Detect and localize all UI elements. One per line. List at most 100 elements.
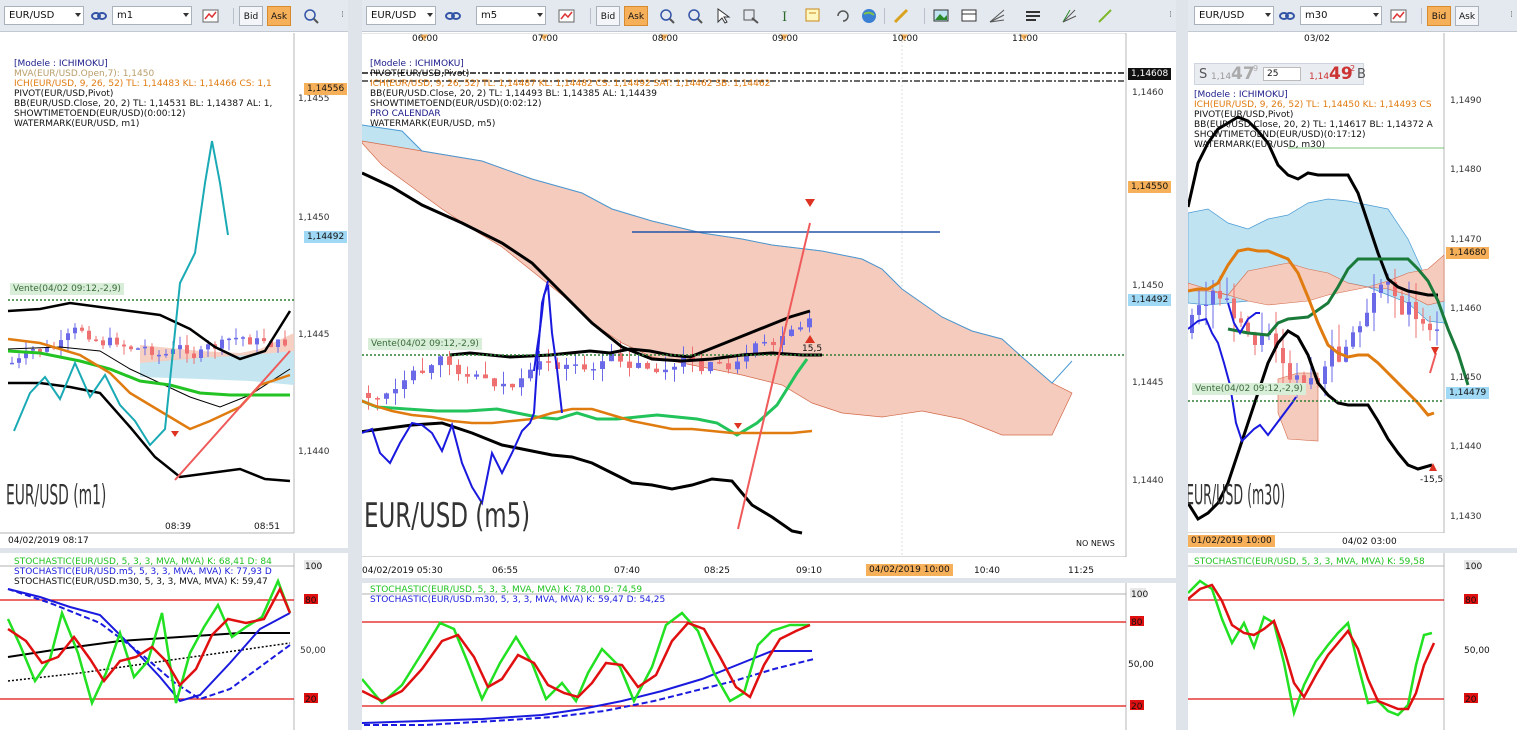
price-chart[interactable]: 1,1490 1,1480 1,1470 1,1460 1,1450 1,144…	[1188, 33, 1517, 533]
timeframe-select[interactable]: m5	[476, 6, 546, 25]
note-icon[interactable]	[804, 7, 822, 25]
candle	[636, 362, 641, 368]
legend-line[interactable]: PIVOT(EUR/USD,Pivot)	[370, 69, 770, 79]
legend-line[interactable]: STOCHASTIC(EUR/USD, 5, 3, 3, MVA, MVA) K…	[14, 557, 272, 567]
legend-line[interactable]: SHOWTIMETOEND(EUR/USD)(0:17:12)	[1194, 130, 1433, 140]
ask-button[interactable]: Ask	[267, 6, 291, 26]
separator	[924, 8, 925, 24]
quote-box[interactable]: S 1,14 47 9 25 1,14 49 2 B	[1194, 63, 1366, 85]
panel-border[interactable]	[1176, 0, 1188, 730]
symbol-select[interactable]: EUR/USD	[1194, 6, 1274, 25]
legend-line[interactable]: BB(EUR/USD.Close, 20, 2) TL: 1,14617 BL:…	[1194, 120, 1433, 130]
order-label[interactable]: Vente(04/02 09:12,-2,9)	[1192, 383, 1306, 395]
lines-icon[interactable]	[1024, 7, 1042, 25]
order-label[interactable]: Vente(04/02 09:12,-2,9)	[10, 283, 124, 295]
candle	[143, 346, 147, 349]
legend-line[interactable]: WATERMARK(EUR/USD, m5)	[370, 119, 770, 129]
candle	[456, 364, 461, 375]
zoom-icon[interactable]	[686, 7, 704, 25]
legend-line[interactable]: MVA(EUR/USD.Open,7): 1,1450	[14, 69, 272, 79]
indicator-icon[interactable]	[558, 7, 576, 25]
legend-line[interactable]: ICH(EUR/USD, 9, 26, 52) TL: 1,14483 KL: …	[14, 79, 272, 89]
bid-button[interactable]: Bid	[596, 6, 620, 26]
price-tag-ask: 1,14550	[1128, 181, 1172, 193]
bid-button[interactable]: Bid	[1427, 6, 1451, 26]
order-label[interactable]: Vente(04/02 09:12,-2,9)	[368, 338, 482, 350]
cursor-icon[interactable]	[714, 7, 732, 25]
chart-legend: [Modele : ICHIMOKU] PIVOT(EUR/USD,Pivot) I…	[370, 59, 770, 129]
buy-price-sup: 2	[1350, 64, 1356, 73]
legend-line[interactable]: [Modele : ICHIMOKU]	[370, 59, 770, 69]
separator	[884, 8, 885, 24]
legend-line[interactable]: STOCHASTIC(EUR/USD.m5, 5, 3, 3, MVA, MVA…	[14, 567, 272, 577]
trendline-icon[interactable]	[1096, 7, 1114, 25]
legend-line[interactable]: SHOWTIMETOEND(EUR/USD)(0:00:12)	[14, 109, 272, 119]
grip-icon[interactable]: ⁞	[1169, 10, 1172, 20]
stochastic-pane[interactable]: 100 80 50,00 20 STOCHASTIC(EUR/USD, 5, 3…	[1188, 553, 1517, 730]
ruler-icon[interactable]	[892, 7, 910, 25]
magnifier-icon[interactable]	[742, 7, 760, 25]
legend-line[interactable]: STOCHASTIC(EUR/USD, 5, 3, 3, MVA, MVA) K…	[370, 585, 665, 595]
symbol-select[interactable]: EUR/USD	[4, 6, 84, 25]
pitchfork-icon[interactable]	[1060, 7, 1078, 25]
grip-icon[interactable]: ⁞	[341, 10, 344, 20]
order-value: 15,5	[802, 344, 823, 354]
crosshair-icon[interactable]	[302, 7, 320, 25]
crosshair-icon[interactable]	[658, 7, 676, 25]
candle	[283, 339, 287, 346]
layout-icon[interactable]	[960, 7, 978, 25]
bid-button[interactable]: Bid	[239, 6, 263, 26]
symbol-select[interactable]: EUR/USD	[366, 6, 436, 25]
candle	[1386, 281, 1390, 285]
legend-line[interactable]: [Modele : ICHIMOKU]	[1194, 90, 1433, 100]
indicator-icon[interactable]	[1390, 7, 1408, 25]
legend-line[interactable]: WATERMARK(EUR/USD, m1)	[14, 119, 272, 129]
lot-input[interactable]: 25	[1263, 67, 1301, 81]
globe-icon[interactable]	[860, 7, 878, 25]
legend-line[interactable]: PIVOT(EUR/USD,Pivot)	[14, 89, 272, 99]
chevron-down-icon	[1373, 13, 1379, 17]
legend-line[interactable]: PRO CALENDAR	[370, 109, 770, 119]
sell-price-big[interactable]: 47	[1231, 64, 1255, 84]
time-highlight: 01/02/2019 10:00	[1188, 535, 1275, 547]
candle	[276, 339, 280, 348]
ask-button[interactable]: Ask	[624, 6, 648, 26]
timeframe-select[interactable]: m1	[112, 6, 192, 25]
link-icon[interactable]	[90, 7, 108, 25]
candle	[447, 356, 452, 365]
svg-text:100: 100	[305, 562, 322, 572]
legend-line[interactable]: STOCHASTIC(EUR/USD.m30, 5, 3, 3, MVA, MV…	[370, 595, 665, 605]
price-chart[interactable]: 1,1460 1,1450 1,1445 1,1440 [Modele : IC…	[362, 33, 1176, 557]
legend-line[interactable]: STOCHASTIC(EUR/USD.m30, 5, 3, 3, MVA, MV…	[14, 577, 272, 587]
image-icon[interactable]	[932, 7, 950, 25]
legend-line[interactable]: BB(EUR/USD.Close, 20, 2) TL: 1,14531 BL:…	[14, 99, 272, 109]
legend-line[interactable]: PIVOT(EUR/USD,Pivot)	[1194, 110, 1433, 120]
legend-line[interactable]: BB(EUR/USD.Close, 20, 2) TL: 1,14493 BL:…	[370, 89, 770, 99]
link-icon[interactable]	[1278, 7, 1296, 25]
fan-icon[interactable]	[988, 7, 1006, 25]
legend-line[interactable]: ICH(EUR/USD, 9, 26, 52) TL: 1,14450 KL: …	[1194, 100, 1433, 110]
panel-border[interactable]	[348, 0, 362, 730]
price-chart[interactable]: 1,1455 1,1450 1,1445 1,1440 [Modele : IC…	[0, 33, 348, 550]
candle	[366, 393, 371, 399]
time-axis-label: 08:39	[165, 522, 191, 532]
indicator-icon[interactable]	[202, 7, 220, 25]
stochastic-pane[interactable]: 100 80 50,00 20 100 80 20 STOCHASTIC(EUR…	[0, 553, 348, 730]
candle	[185, 345, 189, 354]
timeframe-select[interactable]: m30	[1300, 6, 1382, 25]
candle	[122, 344, 126, 347]
legend-line[interactable]: WATERMARK(EUR/USD, m30)	[1194, 140, 1433, 150]
text-icon[interactable]: I	[778, 7, 796, 25]
legend-line[interactable]: STOCHASTIC(EUR/USD, 5, 3, 3, MVA, MVA) K…	[1194, 557, 1425, 567]
link-icon[interactable]	[444, 7, 462, 25]
stochastic-pane[interactable]: 100 80 50,00 20 STOCHASTIC(EUR/USD, 5, 3…	[362, 583, 1176, 730]
grip-icon[interactable]: ⁞	[1510, 10, 1513, 20]
legend-line[interactable]: ICH(EUR/USD, 9, 26, 52) TL: 1,14487 KL: …	[370, 79, 770, 89]
legend-line[interactable]: SHOWTIMETOEND(EUR/USD)(0:02:12)	[370, 99, 770, 109]
stoch-k	[1188, 579, 1433, 718]
timeframe-value: m5	[481, 10, 498, 21]
ask-button[interactable]: Ask	[1455, 6, 1479, 26]
rotate-icon[interactable]	[834, 7, 852, 25]
legend-line[interactable]: [Modele : ICHIMOKU]	[14, 59, 272, 69]
svg-text:20: 20	[305, 695, 317, 705]
